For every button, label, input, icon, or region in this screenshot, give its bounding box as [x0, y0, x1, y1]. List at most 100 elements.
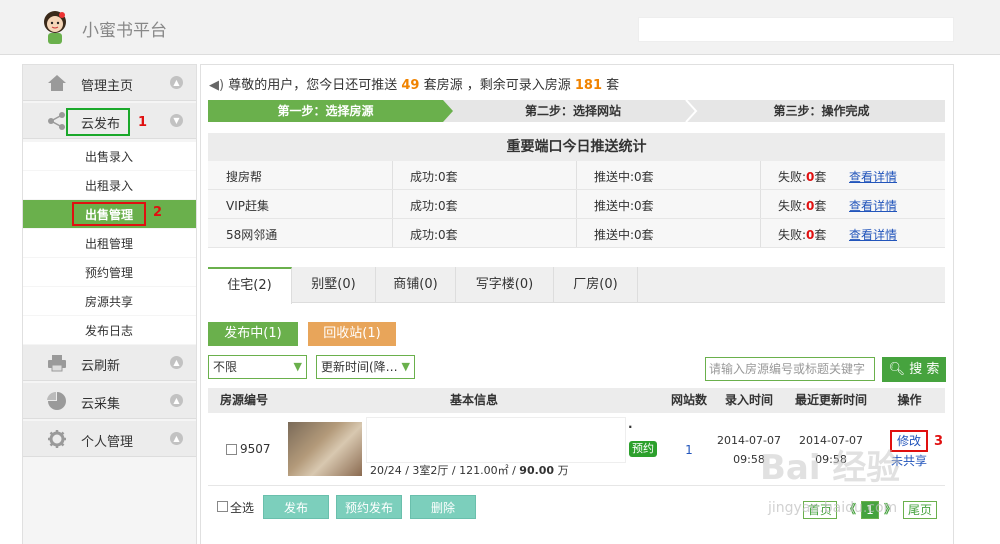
search-icon: 🔍︎: [888, 362, 906, 377]
stats-fail: 失败:0套: [778, 226, 826, 243]
home-icon: [48, 75, 66, 91]
view-details-link[interactable]: 查看详情: [849, 197, 897, 214]
sidebar: 管理主页 ▲ 云发布 ▼ 出售录入 出租录入 出售管理 出租管理 预约管理 房源…: [22, 64, 197, 544]
chevron-down-icon: ▼: [293, 360, 302, 373]
search-button[interactable]: 🔍︎ 搜 索: [882, 357, 946, 382]
sidebar-sub-reservation[interactable]: 预约管理: [23, 258, 196, 286]
annotation-number-2: 2: [153, 205, 163, 220]
sub-label: 出售录入: [85, 150, 134, 164]
tab-residential[interactable]: 住宅(2): [208, 267, 292, 304]
listing-title-area[interactable]: [366, 417, 626, 463]
tab-publishing[interactable]: 发布中(1): [208, 322, 298, 346]
fail-label: 失败:: [778, 228, 807, 242]
watermark-logo: Bai 经验: [760, 448, 901, 488]
annotation-box-red: [72, 202, 146, 226]
reserve-badge: 预约: [629, 441, 657, 457]
listing-photo[interactable]: [288, 422, 362, 476]
logo-icon: [44, 11, 66, 44]
fail-unit: 套: [814, 170, 827, 184]
stats-success: 成功:0套: [410, 199, 458, 213]
sidebar-item-cloud-collect[interactable]: 云采集 ▲: [23, 383, 196, 419]
step-progress: 第一步：选择房源 第二步：选择网站 第三步：操作完成: [208, 100, 945, 122]
listing-info: 20/24 / 3室2厅 / 121.00㎡ / 90.00 万: [370, 462, 569, 478]
info-text: 20/24 / 3室2厅 / 121.00㎡ /: [370, 464, 516, 477]
brand-name: 小蜜书平台: [82, 21, 167, 41]
sidebar-label: 云刷新: [81, 359, 121, 374]
tab-factory[interactable]: 厂房(0): [554, 267, 638, 303]
stats-pushing: 推送中:0套: [594, 199, 654, 213]
sidebar-item-personal[interactable]: 个人管理 ▲: [23, 421, 196, 457]
stats-success: 成功:0套: [410, 228, 458, 242]
sidebar-label: 云采集: [81, 397, 121, 412]
select-all-checkbox[interactable]: [217, 501, 228, 512]
stats-fail: 失败:0套: [778, 168, 826, 185]
last-page-button[interactable]: 尾页: [903, 501, 937, 519]
push-stats: 重要端口今日推送统计 搜房帮 成功:0套 推送中:0套 失败:0套 查看详情 V…: [208, 133, 945, 248]
type-select[interactable]: 不限 ▼: [208, 355, 307, 379]
price-unit: 万: [557, 464, 569, 477]
sidebar-item-home[interactable]: 管理主页 ▲: [23, 65, 196, 101]
stats-row: 58网邻通 成功:0套 推送中:0套 失败:0套 查看详情: [208, 219, 945, 248]
expand-icon[interactable]: ▲: [170, 76, 183, 89]
col-header: 房源编号: [219, 393, 268, 407]
row-checkbox[interactable]: [226, 444, 237, 455]
sub-label: 发布日志: [85, 324, 134, 338]
speaker-icon: ◀): [209, 78, 225, 93]
listing-id: 9507: [240, 442, 271, 456]
step-3: 第三步：操作完成: [773, 104, 870, 118]
schedule-publish-button[interactable]: 预约发布: [336, 495, 402, 519]
stats-site: 58网邻通: [226, 228, 278, 242]
step-2: 第二步：选择网站: [524, 104, 621, 118]
sidebar-sub-rent-manage[interactable]: 出租管理: [23, 229, 196, 257]
watermark-url: jingyan.baidu.com: [768, 500, 898, 516]
sub-label: 房源共享: [85, 295, 134, 309]
sort-select[interactable]: 更新时间(降… ▼: [316, 355, 415, 379]
notice-text: 套: [606, 78, 620, 93]
sub-label: 出租管理: [85, 237, 134, 251]
sidebar-item-cloud-refresh[interactable]: 云刷新 ▲: [23, 345, 196, 381]
fail-label: 失败:: [778, 170, 807, 184]
view-details-link[interactable]: 查看详情: [849, 226, 897, 243]
step-1: 第一步：选择房源: [277, 104, 374, 118]
view-details-link[interactable]: 查看详情: [849, 168, 897, 185]
search-label: 搜 索: [909, 362, 940, 377]
keyword-search-input[interactable]: 请输入房源编号或标题关键字: [705, 357, 875, 381]
stats-pushing: 推送中:0套: [594, 170, 654, 184]
sidebar-sub-log[interactable]: 发布日志: [23, 316, 196, 344]
remain-count: 181: [574, 78, 603, 93]
stats-row: VIP赶集 成功:0套 推送中:0套 失败:0套 查看详情: [208, 190, 945, 219]
stats-pushing: 推送中:0套: [594, 228, 654, 242]
tab-recycle-bin[interactable]: 回收站(1): [308, 322, 396, 346]
table-header: 房源编号 基本信息 网站数 录入时间 最近更新时间 操作: [208, 388, 945, 413]
fail-label: 失败:: [778, 199, 807, 213]
expand-icon[interactable]: ▲: [170, 432, 183, 445]
select-value: 更新时间(降…: [321, 360, 398, 374]
top-search-input[interactable]: [638, 17, 954, 42]
tab-shop[interactable]: 商铺(0): [376, 267, 456, 303]
share-icon: [48, 112, 65, 130]
chevron-down-icon: ▼: [401, 360, 410, 373]
delete-button[interactable]: 删除: [410, 495, 476, 519]
collapse-icon[interactable]: ▼: [170, 114, 183, 127]
fail-unit: 套: [814, 199, 827, 213]
stats-row: 搜房帮 成功:0套 推送中:0套 失败:0套 查看详情: [208, 161, 945, 190]
publish-button[interactable]: 发布: [263, 495, 329, 519]
stats-title: 重要端口今日推送统计: [208, 133, 945, 161]
expand-icon[interactable]: ▲: [170, 394, 183, 407]
annotation-number-1: 1: [138, 115, 148, 130]
notice-text: 套房源 ，剩余可录入房源: [423, 78, 571, 93]
expand-icon[interactable]: ▲: [170, 356, 183, 369]
notice-text: 尊敬的用户，您今日还可推送: [228, 78, 398, 93]
sidebar-sub-rent-entry[interactable]: 出租录入: [23, 171, 196, 199]
site-count-link[interactable]: 1: [668, 443, 710, 457]
top-bar: 小蜜书平台: [0, 0, 1000, 55]
sidebar-sub-sale-entry[interactable]: 出售录入: [23, 142, 196, 170]
title-dot: ·: [628, 420, 633, 434]
select-value: 不限: [213, 360, 238, 374]
property-type-tabs: 住宅(2) 别墅(0) 商铺(0) 写字楼(0) 厂房(0): [208, 267, 945, 304]
col-header: 最近更新时间: [794, 393, 867, 407]
tab-villa[interactable]: 别墅(0): [292, 267, 376, 303]
tab-office[interactable]: 写字楼(0): [456, 267, 554, 303]
sidebar-sub-share[interactable]: 房源共享: [23, 287, 196, 315]
gear-icon: [48, 430, 66, 448]
